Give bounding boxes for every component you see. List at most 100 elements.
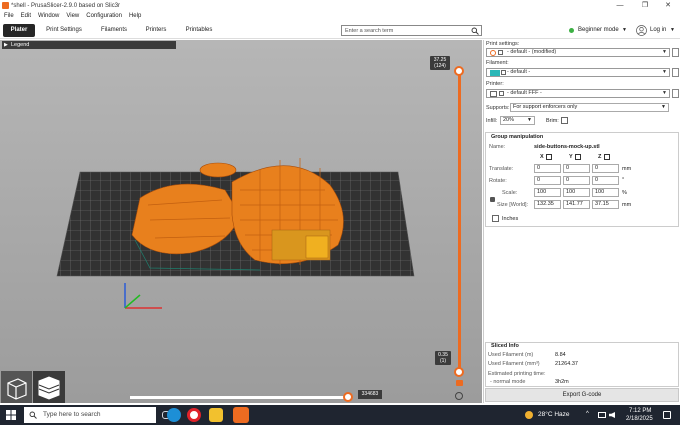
login-dropdown-icon[interactable]: ▼ <box>670 27 675 33</box>
printer-label: Printer: <box>486 81 504 87</box>
filament-combo[interactable]: - default - ▼ <box>486 68 670 77</box>
moves-slider-track[interactable] <box>130 396 348 399</box>
print-settings-combo[interactable]: - default - (modified) ▼ <box>486 48 670 57</box>
moves-slider-handle[interactable] <box>343 392 353 402</box>
search-input[interactable]: Enter a search term <box>345 28 393 34</box>
rotate-x-field[interactable]: 0 <box>534 176 561 185</box>
settings-cog-icon[interactable] <box>455 392 463 400</box>
menu-file[interactable]: File <box>4 13 14 19</box>
print-bed <box>56 158 415 309</box>
used-filament-m-label: Used Filament (m) <box>488 352 534 358</box>
printer-edit-icon[interactable] <box>672 89 679 98</box>
search-icon <box>471 27 479 35</box>
supports-select[interactable]: For support enforcers only ▼ <box>510 103 669 112</box>
layer-slider-bottom-handle[interactable] <box>454 367 464 377</box>
printer-lock-icon <box>499 91 504 96</box>
brim-label: Brim: <box>546 118 559 124</box>
view-preview-button[interactable] <box>33 371 65 403</box>
printer-value: - default FFF - <box>507 90 542 96</box>
tab-printers[interactable]: Printers <box>140 24 172 37</box>
rotate-y-field[interactable]: 0 <box>563 176 590 185</box>
chevron-down-icon: ▼ <box>662 90 667 96</box>
brim-checkbox[interactable] <box>561 117 568 124</box>
menu-view[interactable]: View <box>66 13 79 19</box>
translate-x-field[interactable]: 0 <box>534 164 561 173</box>
layer-slider-track[interactable] <box>458 71 461 371</box>
preset-lock-icon <box>498 50 503 55</box>
axis-z-label: Z <box>598 154 602 160</box>
supports-label: Supports: <box>486 105 510 111</box>
menu-help[interactable]: Help <box>129 13 141 19</box>
mode-indicator-icon <box>569 28 574 33</box>
scale-unit: % <box>622 190 627 196</box>
axis-x-label: X <box>540 154 544 160</box>
axis-z-reset-icon[interactable] <box>604 154 610 160</box>
axis-x-reset-icon[interactable] <box>546 154 552 160</box>
print-settings-edit-icon[interactable] <box>672 48 679 57</box>
scale-y-field[interactable]: 100 <box>563 188 590 197</box>
supports-value: For support enforcers only <box>513 104 578 110</box>
menu-configuration[interactable]: Configuration <box>86 13 122 19</box>
mode-dropdown-icon[interactable]: ▼ <box>622 27 627 33</box>
taskbar-search-box[interactable]: Type here to search <box>24 407 156 423</box>
menu-edit[interactable]: Edit <box>21 13 31 19</box>
layer-slider-top-handle[interactable] <box>454 66 464 76</box>
filament-lock-icon <box>501 70 506 75</box>
login-button[interactable]: Log in <box>650 27 666 33</box>
close-button[interactable]: ✕ <box>656 0 680 11</box>
size-x-field[interactable]: 132.35 <box>534 200 561 209</box>
tab-plater[interactable]: Plater <box>3 24 35 37</box>
filament-value: - default - <box>507 69 531 75</box>
rotate-z-field[interactable]: 0 <box>592 176 619 185</box>
size-y-field[interactable]: 141.77 <box>563 200 590 209</box>
layer-top-count: (124) <box>434 63 446 69</box>
lock-icon[interactable] <box>456 380 463 386</box>
tab-printables[interactable]: Printables <box>180 24 218 37</box>
export-gcode-button[interactable]: Export G-code <box>485 388 679 402</box>
filament-edit-icon[interactable] <box>672 68 679 77</box>
name-label: Name: <box>489 144 506 150</box>
scale-z-field[interactable]: 100 <box>592 188 619 197</box>
chevron-down-icon: ▼ <box>662 69 667 75</box>
scale-x-field[interactable]: 100 <box>534 188 561 197</box>
network-icon[interactable] <box>598 412 606 418</box>
printer-icon <box>490 91 497 97</box>
mode-selector[interactable]: Beginner mode <box>578 27 619 33</box>
tab-filaments[interactable]: Filaments <box>96 24 132 37</box>
3d-viewport[interactable]: ▶ Legend 37.25 (124) 0.35 (1) 334683 <box>0 40 482 403</box>
taskbar-search-input[interactable]: Type here to search <box>43 411 100 418</box>
prusaslicer-taskbar-icon[interactable] <box>233 407 249 423</box>
user-icon[interactable] <box>636 25 647 36</box>
layers-icon <box>38 376 60 400</box>
tab-print-settings[interactable]: Print Settings <box>42 24 86 37</box>
inches-checkbox[interactable] <box>492 215 499 222</box>
weather-text[interactable]: 28°C Haze <box>538 411 570 418</box>
translate-y-field[interactable]: 0 <box>563 164 590 173</box>
search-icon <box>29 411 37 419</box>
infill-select[interactable]: 20% ▼ <box>500 116 535 125</box>
translate-label: Translate: <box>489 166 514 172</box>
printer-combo[interactable]: - default FFF - ▼ <box>486 89 670 98</box>
edge-browser-icon[interactable] <box>167 408 181 422</box>
notification-icon[interactable] <box>663 411 671 419</box>
search-box[interactable]: Enter a search term <box>341 25 482 36</box>
opera-browser-icon[interactable] <box>187 408 201 422</box>
clock-date[interactable]: 2/18/2025 <box>626 416 653 422</box>
windows-start-icon[interactable] <box>6 410 16 420</box>
filament-label: Filament: <box>486 60 509 66</box>
volume-icon[interactable] <box>609 412 615 418</box>
export-gcode-label: Export G-code <box>562 392 602 398</box>
clock-time[interactable]: 7:12 PM <box>629 408 651 414</box>
scale-label: Scale: <box>502 190 518 196</box>
translate-z-field[interactable]: 0 <box>592 164 619 173</box>
minimize-button[interactable]: — <box>608 0 632 11</box>
file-explorer-icon[interactable] <box>209 408 223 422</box>
view-3d-button[interactable] <box>1 371 32 403</box>
used-filament-mm3-value: 21264.37 <box>555 361 578 367</box>
size-z-field[interactable]: 37.15 <box>592 200 619 209</box>
axis-y-reset-icon[interactable] <box>575 154 581 160</box>
scale-lock-icon[interactable] <box>490 197 495 202</box>
menu-window[interactable]: Window <box>38 13 59 19</box>
tray-chevron-icon[interactable]: ^ <box>586 411 589 417</box>
maximize-button[interactable]: ❐ <box>633 0 657 11</box>
